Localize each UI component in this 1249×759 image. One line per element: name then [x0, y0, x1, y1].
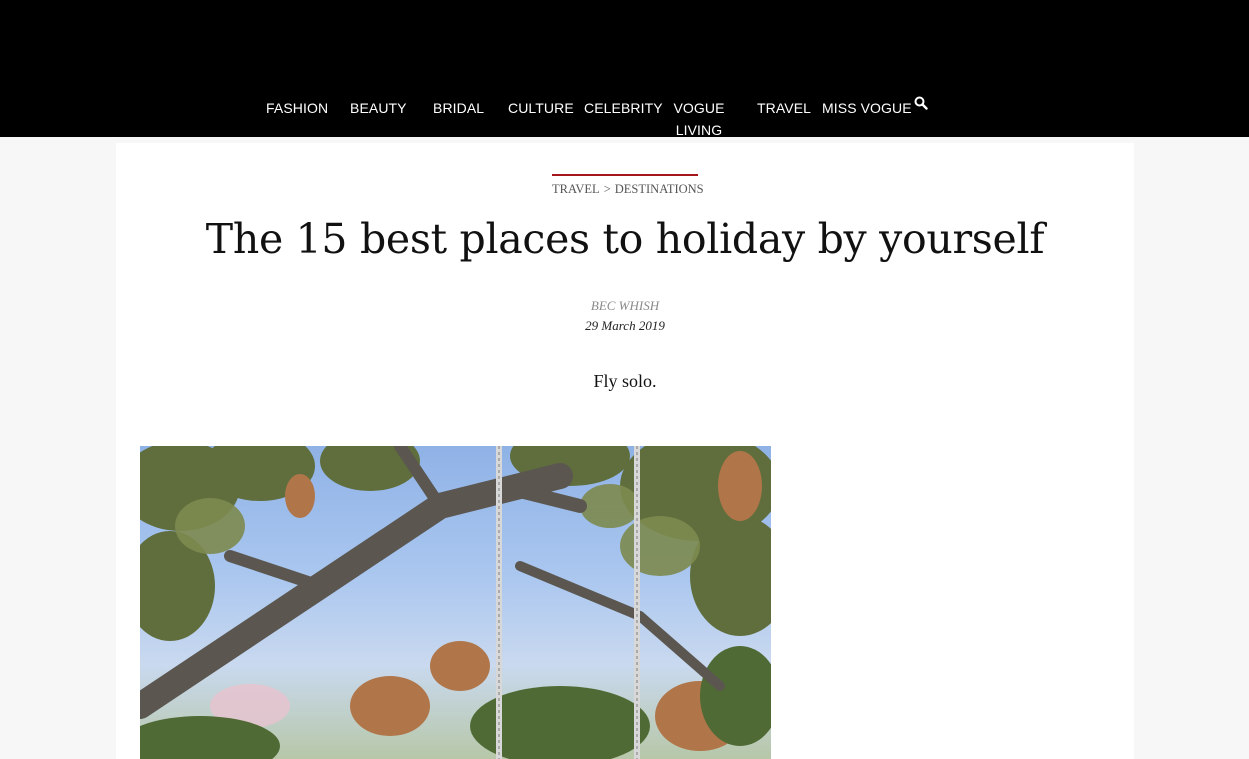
hero-image-illustration	[140, 446, 771, 759]
breadcrumb-subsection[interactable]: DESTINATIONS	[615, 182, 704, 196]
nav-item-beauty[interactable]: BEAUTY	[350, 97, 407, 119]
search-icon[interactable]	[914, 96, 930, 112]
main-nav: FASHION BEAUTY BRIDAL CULTURE CELEBRITY …	[0, 97, 1249, 138]
standfirst: Fly solo.	[593, 371, 657, 391]
breadcrumb-separator: >	[603, 182, 611, 196]
article-card: TRAVEL > DESTINATIONS The 15 best places t…	[116, 143, 1134, 759]
publish-date: 29 March 2019	[585, 318, 665, 333]
breadcrumb-section[interactable]: TRAVEL	[552, 182, 600, 196]
author-byline[interactable]: BEC WHISH	[116, 298, 1134, 314]
nav-item-miss-vogue[interactable]: MISS VOGUE	[822, 97, 912, 119]
hero-image	[140, 446, 771, 759]
nav-item-vogue-living[interactable]: VOGUE LIVING	[669, 97, 729, 141]
nav-item-celebrity[interactable]: CELEBRITY	[584, 97, 663, 119]
article-title: The 15 best places to holiday by yoursel…	[205, 215, 1045, 263]
breadcrumb: TRAVEL > DESTINATIONS	[552, 174, 704, 197]
nav-item-bridal[interactable]: BRIDAL	[433, 97, 484, 119]
nav-item-travel[interactable]: TRAVEL	[757, 97, 811, 119]
site-header: FASHION BEAUTY BRIDAL CULTURE CELEBRITY …	[0, 0, 1249, 138]
nav-item-fashion[interactable]: FASHION	[266, 97, 328, 119]
nav-item-culture[interactable]: CULTURE	[508, 97, 574, 119]
